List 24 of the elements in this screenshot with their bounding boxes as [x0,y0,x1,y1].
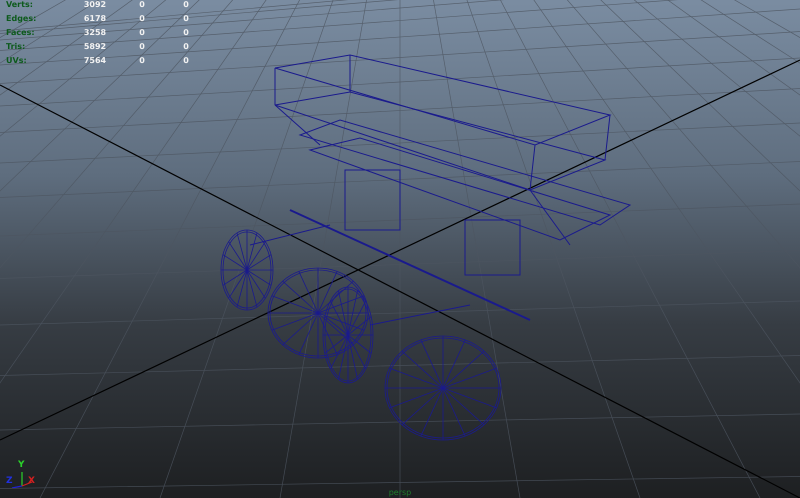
stat-label: Tris: [6,41,26,53]
axis-label: Z [6,477,13,486]
stat-value: 0 [182,41,190,53]
stat-value: 3258 [82,27,108,39]
stat-value: 0 [138,55,146,67]
stat-value: 0 [182,27,190,39]
stat-value: 0 [138,0,146,11]
stat-value: 5892 [82,41,108,53]
stat-value: 6178 [82,13,108,25]
stat-value: 0 [182,13,190,25]
stat-value: 0 [182,0,190,11]
stat-value: 0 [138,27,146,39]
stat-label: Edges: [6,13,38,25]
stat-value: 3092 [82,0,108,11]
stat-value: 0 [138,41,146,53]
axis-label: X [28,477,35,486]
camera-label: persp [388,488,412,497]
stat-label: Verts: [6,0,34,11]
axis-label: Y [18,461,25,470]
stat-value: 0 [182,55,190,67]
stat-value: 0 [138,13,146,25]
stat-value: 7564 [82,55,108,67]
stat-label: UVs: [6,55,28,67]
stat-label: Faces: [6,27,36,39]
